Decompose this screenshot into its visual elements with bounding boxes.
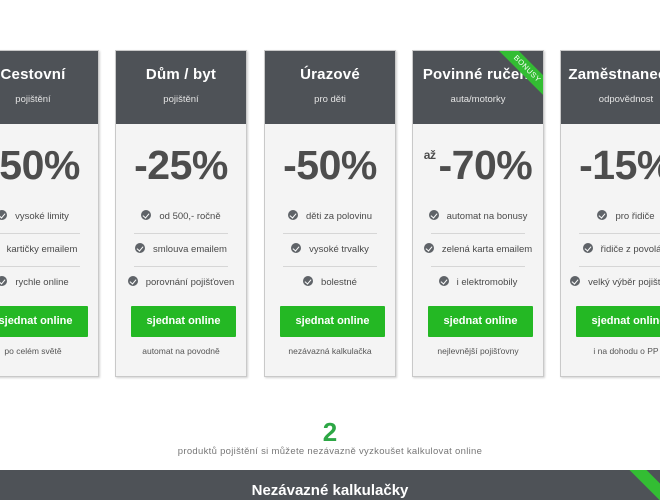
product-card-injury: Úrazové pro děti -50% děti za polovinu v… [264, 50, 396, 377]
feature-label: děti za polovinu [305, 211, 373, 222]
feature-label: smlouva emailem [153, 244, 227, 255]
discount-value: -25% [134, 142, 228, 188]
card-title: Zaměstnanecké [568, 66, 660, 83]
feature-item: automat na bonusy [413, 201, 543, 233]
feature-label: bolestné [321, 277, 357, 288]
sjednat-online-button[interactable]: sjednat online [428, 306, 533, 337]
card-header: Dům / byt pojištění [116, 51, 246, 124]
discount-value: -50% [283, 142, 377, 188]
check-icon [597, 210, 608, 221]
discount-number: -70% [438, 142, 533, 188]
feature-item: bolestné [265, 267, 395, 299]
feature-item: porovnání pojišťoven [116, 267, 246, 299]
feature-item: smlouva emailem [116, 234, 246, 266]
product-card-employee: Zaměstnanecké odpovědnost -15% pro řidič… [560, 50, 660, 377]
feature-item: děti za polovinu [265, 201, 395, 233]
feature-label: automat na bonusy [446, 211, 528, 222]
sjednat-online-button[interactable]: sjednat online [576, 306, 660, 337]
card-subtitle: auta/motorky [450, 94, 506, 105]
check-icon [570, 276, 581, 287]
discount-value: -15% [579, 142, 660, 188]
feature-label: velký výběr pojišťoven [588, 277, 660, 288]
card-note: automat na povodně [142, 346, 220, 356]
calculators-section-header: Nezávazné kalkulačky [0, 470, 660, 500]
check-icon [0, 276, 8, 287]
sjednat-online-button[interactable]: sjednat online [280, 306, 385, 337]
feature-list: automat na bonusy zelená karta emailem i… [413, 201, 543, 299]
check-icon [291, 243, 302, 254]
feature-item: vysoké trvalky [265, 234, 395, 266]
check-icon [127, 276, 138, 287]
feature-item: kartičky emailem [0, 234, 98, 266]
feature-item: řidiče z povolání [561, 234, 660, 266]
feature-item: pro řidiče [561, 201, 660, 233]
feature-label: řidiče z povolání [600, 244, 660, 255]
product-count-text: produktů pojištění si můžete nezávazně v… [177, 446, 483, 457]
card-header: Cestovní pojištění [0, 51, 98, 124]
feature-label: pro řidiče [615, 211, 655, 222]
card-header: Úrazové pro děti [265, 51, 395, 124]
card-note: nezávazná kalkulačka [288, 346, 372, 356]
feature-label: porovnání pojišťoven [145, 277, 235, 288]
check-icon [438, 276, 449, 287]
check-icon [135, 243, 146, 254]
feature-list: pro řidiče řidiče z povolání velký výběr… [561, 201, 660, 299]
feature-label: i elektromobily [456, 277, 518, 288]
sjednat-online-button[interactable]: sjednat online [131, 306, 236, 337]
product-card-liability: Povinné ručení auta/motorky BONUSY až-70… [412, 50, 544, 377]
check-icon [0, 210, 8, 221]
product-card-home: Dům / byt pojištění -25% od 500,- ročně … [115, 50, 247, 377]
feature-list: vysoké limity kartičky emailem rychle on… [0, 201, 98, 299]
card-subtitle: pojištění [163, 94, 199, 105]
feature-item: velký výběr pojišťoven [561, 267, 660, 299]
card-subtitle: pro děti [314, 94, 346, 105]
card-title: Úrazové [300, 66, 360, 83]
check-icon [423, 243, 434, 254]
discount-value: -50% [0, 142, 80, 188]
feature-label: kartičky emailem [6, 244, 78, 255]
sjednat-online-button[interactable]: sjednat online [0, 306, 88, 337]
card-header: Zaměstnanecké odpovědnost [561, 51, 660, 124]
section-title: Nezávazné kalkulačky [251, 482, 409, 499]
check-icon [428, 210, 439, 221]
check-icon [303, 276, 314, 287]
card-note: nejlevnější pojišťovny [437, 346, 519, 356]
check-icon [287, 210, 298, 221]
card-subtitle: pojištění [15, 94, 51, 105]
feature-item: zelená karta emailem [413, 234, 543, 266]
feature-item: od 500,- ročně [116, 201, 246, 233]
discount-value: až-70% [413, 142, 543, 189]
check-icon [582, 243, 593, 254]
feature-list: od 500,- ročně smlouva emailem porovnání… [116, 201, 246, 299]
card-note: po celém světě [4, 346, 62, 356]
feature-label: zelená karta emailem [441, 244, 533, 255]
card-title: Cestovní [0, 66, 66, 83]
feature-label: rychle online [15, 277, 69, 288]
feature-list: děti za polovinu vysoké trvalky bolestné [265, 201, 395, 299]
card-note: i na dohodu o PP [593, 346, 659, 356]
card-title: Dům / byt [145, 66, 217, 83]
feature-item: rychle online [0, 267, 98, 299]
product-card-travel: Cestovní pojištění -50% vysoké limity ka… [0, 50, 99, 377]
feature-label: vysoké trvalky [309, 244, 369, 255]
product-count: 2 [322, 417, 338, 447]
card-subtitle: odpovědnost [598, 94, 654, 105]
check-icon [141, 210, 152, 221]
feature-item: i elektromobily [413, 267, 543, 299]
discount-prefix: až [423, 148, 436, 162]
feature-item: vysoké limity [0, 201, 98, 233]
feature-label: vysoké limity [15, 211, 69, 222]
feature-label: od 500,- ročně [159, 211, 221, 222]
